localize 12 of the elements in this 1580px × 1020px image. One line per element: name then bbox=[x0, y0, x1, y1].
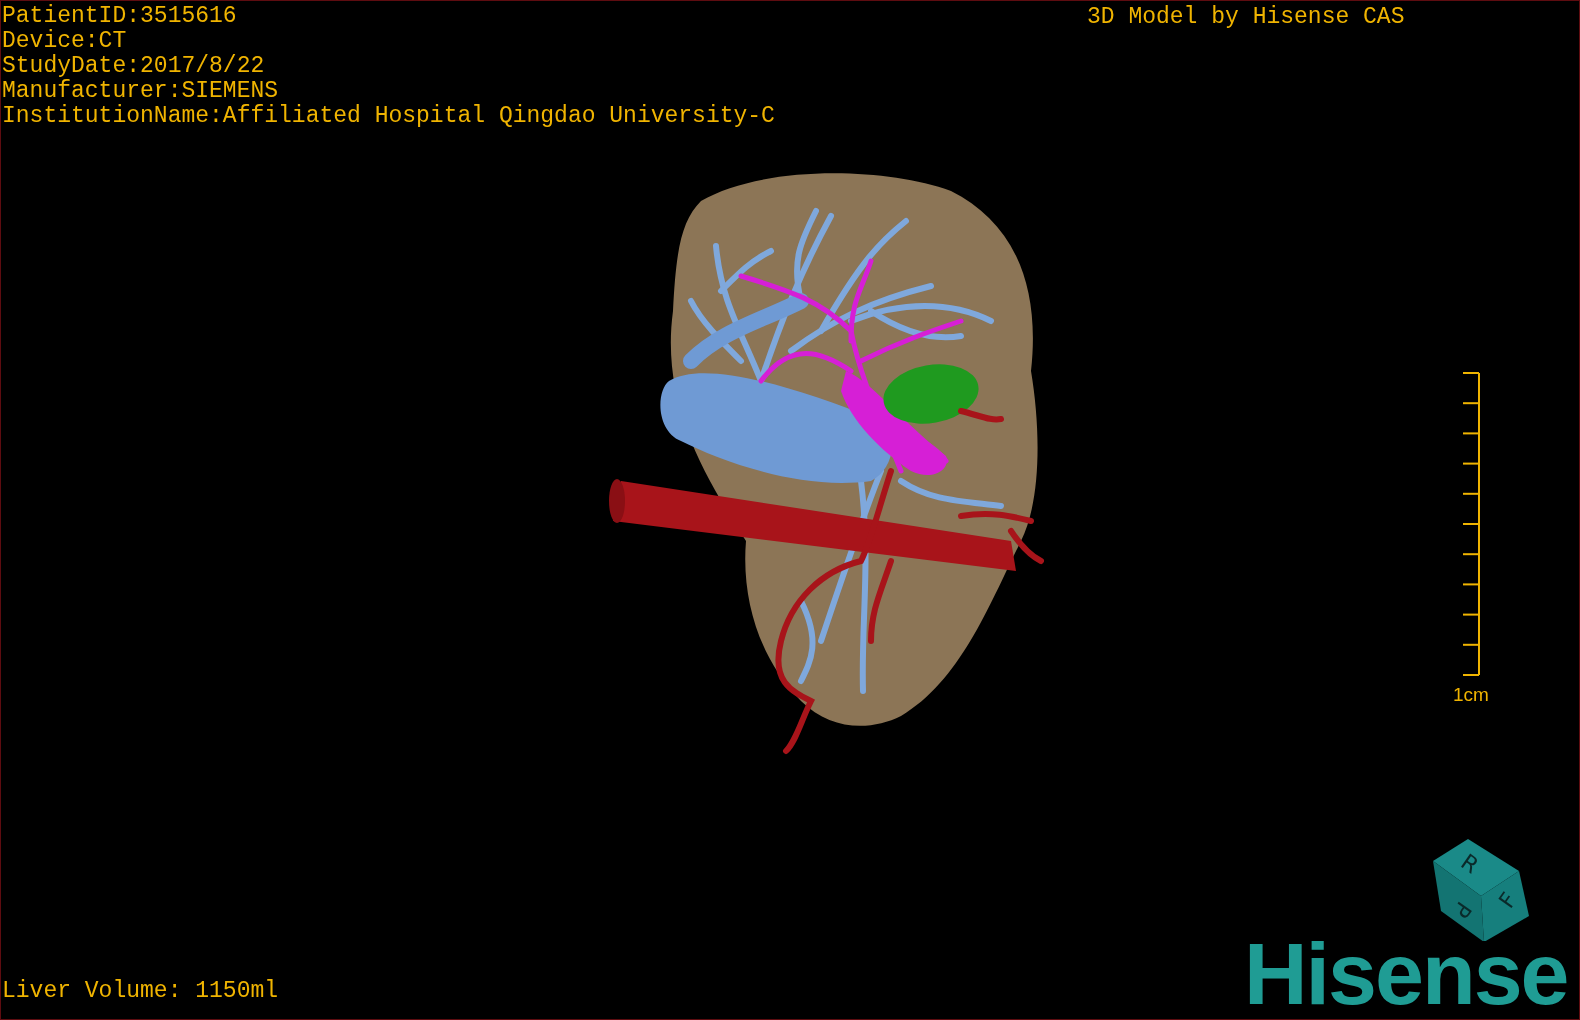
liver-volume-text: Liver Volume: 1150ml bbox=[2, 979, 279, 1004]
cube-face-label: F bbox=[1493, 887, 1522, 913]
study-info-text: PatientID:3515616 bbox=[2, 4, 237, 29]
cube-face-label: P bbox=[1448, 897, 1477, 923]
cube-face-label: R bbox=[1456, 849, 1484, 879]
study-info-text: StudyDate:2017/8/22 bbox=[2, 54, 265, 79]
scale-label: 1cm bbox=[1453, 684, 1489, 706]
brand-logo: Hisense bbox=[1244, 929, 1568, 1019]
study-info-text: InstitutionName:Affiliated Hospital Qingdao University-C bbox=[2, 104, 775, 129]
study-info-text: Device:CT bbox=[2, 29, 127, 54]
study-info-text: Manufacturer:SIEMENS bbox=[2, 79, 279, 104]
viewer-title: 3D Model by Hisense CAS bbox=[1087, 5, 1405, 30]
